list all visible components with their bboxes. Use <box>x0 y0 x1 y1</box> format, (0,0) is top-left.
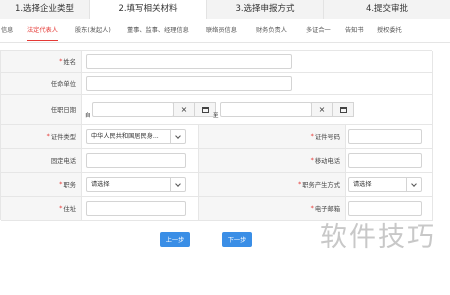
mobile-cell <box>345 149 433 172</box>
prev-step-button[interactable]: 上一步 <box>160 232 190 247</box>
duty-source-cell: 请选择 <box>345 173 433 196</box>
form-row-term-date: 任职日期 自 × 至 × <box>1 95 433 125</box>
legal-representative-form: * 姓名 任命单位 任职日期 自 × 至 × * 证件类型 中华人民共和国居民身… <box>0 50 433 221</box>
tab-finance-officer[interactable]: 财务负责人 <box>256 19 287 43</box>
tab-legal-representative-label: 法定代表人 <box>27 27 58 34</box>
form-row-phone: 固定电话 * 移动电话 <box>1 149 433 173</box>
address-label: * 住址 <box>1 197 81 220</box>
name-input[interactable] <box>86 54 292 69</box>
chevron-down-icon <box>175 180 181 187</box>
form-row-duty: * 职务 请选择 * 职务产生方式 请选择 <box>1 173 433 197</box>
landline-input[interactable] <box>86 153 186 168</box>
tab-directors-supervisors-managers[interactable]: 董事、监事、经理信息 <box>127 19 189 43</box>
sub-tab-bar: 信息 法定代表人 股东(发起人) 董事、监事、经理信息 联络员信息 财务负责人 … <box>0 19 450 43</box>
name-label: * 姓名 <box>1 51 81 72</box>
duty-source-label: * 职务产生方式 <box>199 173 345 196</box>
duty-source-value: 请选择 <box>353 181 372 188</box>
appointing-unit-label: 任命单位 <box>1 73 81 94</box>
address-input[interactable] <box>86 201 186 216</box>
next-step-button[interactable]: 下一步 <box>222 232 252 247</box>
from-label: 自 <box>85 113 91 119</box>
clear-icon: × <box>318 105 326 114</box>
step-select-declaration-method[interactable]: 3.选择申报方式 <box>207 0 324 19</box>
email-input[interactable] <box>348 201 422 216</box>
duty-select[interactable]: 请选择 <box>86 177 186 192</box>
step-fill-materials[interactable]: 2.填写相关材料 <box>90 0 207 19</box>
active-tab-underline <box>27 39 58 41</box>
calendar-icon <box>201 106 209 113</box>
chevron-down-icon <box>411 180 417 187</box>
appointing-unit-input[interactable] <box>86 76 292 91</box>
clear-icon: × <box>180 105 188 114</box>
mobile-label: * 移动电话 <box>199 149 345 172</box>
duty-label: * 职务 <box>1 173 81 196</box>
duty-value: 请选择 <box>91 181 110 188</box>
appointing-unit-cell <box>81 73 433 94</box>
form-row-appointing-unit: 任命单位 <box>1 73 433 95</box>
landline-cell <box>81 149 199 172</box>
id-type-label: * 证件类型 <box>1 125 81 148</box>
duty-cell: 请选择 <box>81 173 199 196</box>
form-row-id: * 证件类型 中华人民共和国居民身... * 证件号码 <box>1 125 433 149</box>
step-select-enterprise-type[interactable]: 1.选择企业类型 <box>0 0 90 19</box>
id-number-input[interactable] <box>348 129 422 144</box>
id-type-value: 中华人民共和国居民身... <box>91 133 159 140</box>
id-type-select[interactable]: 中华人民共和国居民身... <box>86 129 186 144</box>
end-date-input[interactable] <box>220 102 312 117</box>
step-bar: 1.选择企业类型 2.填写相关材料 3.选择申报方式 4.提交审批 <box>0 0 450 19</box>
id-type-dropdown-button[interactable] <box>170 130 185 143</box>
tab-legal-representative[interactable]: 法定代表人 <box>27 19 58 43</box>
tab-shareholders[interactable]: 股东(发起人) <box>75 19 111 43</box>
end-date-calendar-button[interactable] <box>332 102 354 117</box>
duty-source-dropdown-button[interactable] <box>406 178 421 191</box>
form-row-name: * 姓名 <box>1 51 433 73</box>
name-cell <box>81 51 433 72</box>
address-cell <box>81 197 199 220</box>
start-date-input[interactable] <box>92 102 174 117</box>
clear-end-date-button[interactable]: × <box>311 102 333 117</box>
tab-info[interactable]: 信息 <box>1 19 13 43</box>
to-label: 至 <box>213 113 219 119</box>
id-type-cell: 中华人民共和国居民身... <box>81 125 199 148</box>
step-submit-approval[interactable]: 4.提交审批 <box>324 0 450 19</box>
tab-liaison-info[interactable]: 联络员信息 <box>206 19 237 43</box>
calendar-icon <box>339 106 347 113</box>
mobile-input[interactable] <box>348 153 422 168</box>
id-number-label: * 证件号码 <box>199 125 345 148</box>
clear-start-date-button[interactable]: × <box>173 102 195 117</box>
chevron-down-icon <box>175 132 181 139</box>
duty-source-select[interactable]: 请选择 <box>348 177 422 192</box>
landline-label: 固定电话 <box>1 149 81 172</box>
tab-notice[interactable]: 告知书 <box>345 19 364 43</box>
tab-authorization[interactable]: 授权委托 <box>377 19 402 43</box>
duty-dropdown-button[interactable] <box>170 178 185 191</box>
watermark-logo: 软件技巧 <box>320 222 436 253</box>
term-date-cell: 自 × 至 × <box>81 95 433 124</box>
term-date-label: 任职日期 <box>1 95 81 124</box>
tab-multi-certificate[interactable]: 多证合一 <box>306 19 331 43</box>
id-number-cell <box>345 125 433 148</box>
